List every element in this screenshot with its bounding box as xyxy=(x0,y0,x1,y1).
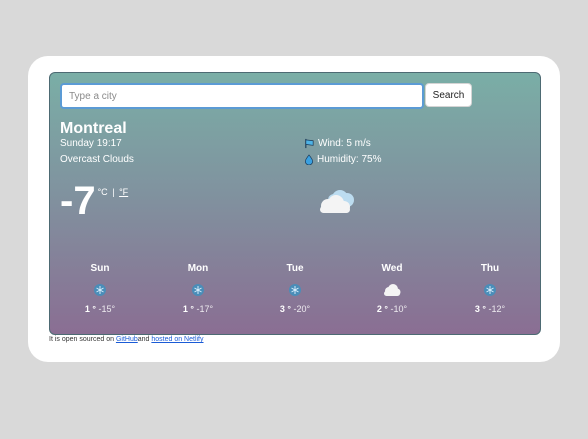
forecast-min-temp: -17° xyxy=(196,304,214,314)
forecast-max-temp: 3 ° xyxy=(279,304,291,314)
forecast-temps: 1 ° -17° xyxy=(168,304,228,314)
forecast-day-wed: Wed 2 ° -10° xyxy=(362,263,422,314)
current-temperature: -7 xyxy=(60,179,96,223)
forecast-max-temp: 1 ° xyxy=(84,304,96,314)
snow-icon xyxy=(484,284,496,296)
snow-icon xyxy=(94,284,106,296)
fahrenheit-link[interactable]: °F xyxy=(119,187,128,197)
city-search-input[interactable] xyxy=(60,83,424,109)
humidity-text: Humidity: 75% xyxy=(317,154,382,165)
unit-separator: | xyxy=(112,187,115,197)
wind-icon xyxy=(305,138,314,149)
snow-icon xyxy=(289,284,301,296)
broken-clouds-icon xyxy=(320,190,354,213)
snow-icon xyxy=(192,284,204,296)
forecast-day-name: Thu xyxy=(480,263,500,274)
weather-panel: Search Montreal Sunday 19:17 Overcast Cl… xyxy=(49,72,541,335)
forecast-day-sun: Sun 1 ° -15° xyxy=(70,263,130,314)
forecast-day-name: Mon xyxy=(187,263,209,274)
app-card: Search Montreal Sunday 19:17 Overcast Cl… xyxy=(28,56,560,362)
wind-text: Wind: 5 m/s xyxy=(318,138,371,149)
unit-switcher: °C | °F xyxy=(98,187,129,197)
forecast-min-temp: -20° xyxy=(293,304,311,314)
footer: It is open sourced on GitHuband hosted o… xyxy=(49,336,204,343)
forecast-max-temp: 1 ° xyxy=(182,304,194,314)
search-button[interactable]: Search xyxy=(425,83,472,107)
forecast-temps: 2 ° -10° xyxy=(362,304,422,314)
weather-description: Overcast Clouds xyxy=(60,154,134,165)
forecast-max-temp: 3 ° xyxy=(474,304,486,314)
forecast-min-temp: -15° xyxy=(98,304,116,314)
footer-prefix: It is open sourced on xyxy=(49,336,116,343)
cloud-icon xyxy=(384,284,401,296)
city-name: Montreal xyxy=(60,120,127,137)
forecast-temps: 3 ° -20° xyxy=(265,304,325,314)
forecast-day-thu: Thu 3 ° -12° xyxy=(460,263,520,314)
droplet-icon xyxy=(304,154,314,165)
forecast-day-name: Tue xyxy=(286,263,304,274)
humidity-detail: Humidity: 75% xyxy=(304,154,381,165)
forecast-day-mon: Mon 1 ° -17° xyxy=(168,263,228,314)
forecast-min-temp: -10° xyxy=(390,304,408,314)
forecast-temps: 1 ° -15° xyxy=(70,304,130,314)
forecast-day-name: Wed xyxy=(381,263,403,274)
celsius-unit: °C xyxy=(97,187,108,197)
current-datetime: Sunday 19:17 xyxy=(60,138,122,149)
wind-detail: Wind: 5 m/s xyxy=(304,138,371,149)
forecast-temps: 3 ° -12° xyxy=(460,304,520,314)
forecast-max-temp: 2 ° xyxy=(376,304,388,314)
forecast-day-tue: Tue 3 ° -20° xyxy=(265,263,325,314)
current-temperature-block: -7 °C | °F xyxy=(60,179,128,223)
github-link[interactable]: GitHub xyxy=(116,336,138,343)
forecast-day-name: Sun xyxy=(90,263,110,274)
forecast-min-temp: -12° xyxy=(488,304,506,314)
netlify-link[interactable]: hosted on Netlify xyxy=(151,336,203,343)
footer-middle: and xyxy=(137,336,152,343)
